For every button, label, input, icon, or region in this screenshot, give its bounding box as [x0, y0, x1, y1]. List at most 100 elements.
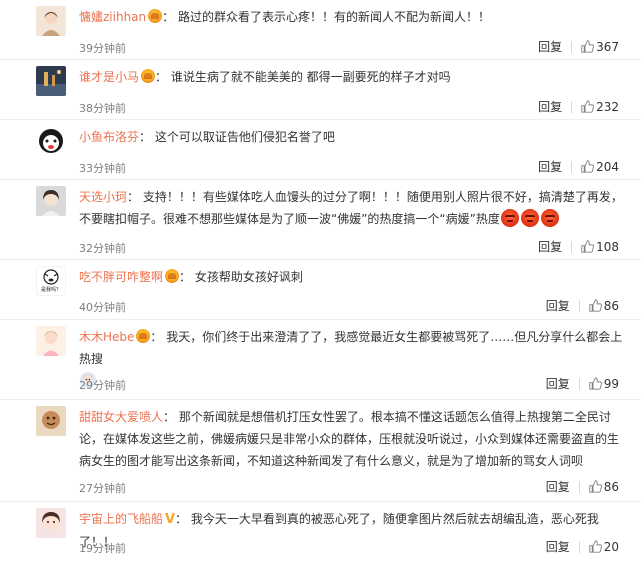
divider	[578, 480, 580, 493]
avatar-image	[36, 186, 66, 216]
avatar[interactable]	[36, 508, 66, 538]
comment-time: 27分钟前	[79, 482, 126, 495]
like-button[interactable]: 20	[589, 540, 619, 554]
divider	[571, 160, 573, 173]
like-count: 232	[596, 99, 619, 114]
avatar[interactable]: 是我吗？	[36, 266, 66, 296]
comment-body: 吃不胖可咋整啊 ： 女孩帮助女孩好讽刺	[79, 266, 625, 288]
like-button[interactable]: 108	[581, 240, 619, 254]
comment-item: 慵嫿ziihhan ： 路过的群众看了表示心疼！！有的新闻人不配为新闻人！！ 39…	[0, 0, 641, 60]
angry-emoji-icon	[520, 209, 539, 227]
comment-item: 甜甜女大爱喷人： 那个新闻就是想借机打压女性罢了。根本搞不懂这话题怎么值得上热搜…	[0, 400, 641, 502]
comment-item: 木木Hebe： 我天，你们终于出来澄清了了，我感觉最近女生都要被骂死了……但凡分…	[0, 320, 641, 400]
comment-body: 宇宙上的飞船船 V： 我今天一大早看到真的被恶心死了，随便拿图片然后就去胡编乱造，…	[79, 508, 625, 553]
like-count: 86	[603, 298, 619, 313]
username-link[interactable]: 宇宙上的飞船船	[79, 512, 163, 526]
comment-actions: 回复 204	[538, 158, 619, 175]
v-badge-icon: V	[165, 512, 176, 527]
username-link[interactable]: 甜甜女大爱喷人	[79, 410, 163, 424]
avatar[interactable]	[36, 186, 66, 216]
username-link[interactable]: 吃不胖可咋整啊	[79, 270, 163, 284]
heart-badge-icon	[141, 69, 156, 83]
comment-body: 慵嫿ziihhan ： 路过的群众看了表示心疼！！有的新闻人不配为新闻人！！	[79, 6, 625, 28]
comment-text-line: 甜甜女大爱喷人： 那个新闻就是想借机打压女性罢了。根本搞不懂这话题怎么值得上热搜…	[79, 406, 625, 472]
like-count: 204	[596, 159, 619, 174]
like-count: 108	[596, 239, 619, 254]
comment-text-line: 小鱼布洛芬： 这个可以取证告他们侵犯名誉了吧	[79, 126, 625, 148]
comment-text: ： 女孩帮助女孩好讽刺	[179, 270, 303, 284]
like-button[interactable]: 367	[581, 40, 619, 54]
comment-time: 19分钟前	[79, 542, 126, 555]
comment-body: 甜甜女大爱喷人： 那个新闻就是想借机打压女性罢了。根本搞不懂这话题怎么值得上热搜…	[79, 406, 625, 472]
username-link[interactable]: 木木Hebe	[79, 330, 134, 344]
avatar[interactable]	[36, 6, 66, 36]
heart-badge-icon	[136, 329, 151, 343]
comment-item: 是我吗？ 吃不胖可咋整啊 ： 女孩帮助女孩好讽刺 40分钟前 回复 86	[0, 260, 641, 320]
reply-button[interactable]: 回复	[546, 538, 570, 555]
divider	[571, 40, 573, 53]
like-count: 86	[603, 479, 619, 494]
reply-button[interactable]: 回复	[546, 297, 570, 314]
thumbs-up-icon	[589, 540, 602, 553]
thumbs-up-icon	[581, 240, 595, 253]
comment-actions: 回复 367	[538, 38, 619, 55]
comment-text: ： 路过的群众看了表示心疼！！有的新闻人不配为新闻人！！	[162, 10, 490, 24]
heart-badge-icon	[148, 9, 163, 23]
divider	[571, 240, 573, 253]
comment-item: 天选小珂： 支持！！！有些媒体吃人血馒头的过分了啊！！！随便用别人照片很不好，搞…	[0, 180, 641, 260]
comment-feed: 慵嫿ziihhan ： 路过的群众看了表示心疼！！有的新闻人不配为新闻人！！ 39…	[0, 0, 641, 562]
comment-text-line: 天选小珂： 支持！！！有些媒体吃人血馒头的过分了啊！！！随便用别人照片很不好，搞…	[79, 186, 625, 230]
username-link[interactable]: 天选小珂	[79, 190, 127, 204]
thumbs-up-icon	[589, 377, 602, 390]
avatar-image	[36, 66, 66, 96]
divider	[578, 299, 580, 312]
thumbs-up-icon	[581, 160, 595, 173]
divider	[571, 100, 573, 113]
comment-text: ： 这个可以取证告他们侵犯名誉了吧	[139, 130, 335, 144]
like-button[interactable]: 86	[589, 480, 619, 494]
like-button[interactable]: 86	[589, 299, 619, 313]
divider	[578, 377, 580, 390]
like-count: 99	[603, 376, 619, 391]
reply-button[interactable]: 回复	[546, 375, 570, 392]
comment-actions: 回复 20	[546, 538, 619, 555]
avatar-image	[36, 406, 66, 436]
reply-button[interactable]: 回复	[546, 478, 570, 495]
comment-actions: 回复 99	[546, 375, 619, 392]
reply-button[interactable]: 回复	[538, 238, 562, 255]
username-link[interactable]: 慵嫿ziihhan	[79, 10, 146, 24]
username-link[interactable]: 小鱼布洛芬	[79, 130, 139, 144]
thumbs-up-icon	[581, 100, 595, 113]
comment-text-line: 吃不胖可咋整啊 ： 女孩帮助女孩好讽刺	[79, 266, 625, 288]
avatar-image	[36, 126, 66, 156]
thumbs-up-icon	[589, 480, 602, 493]
username-link[interactable]: 谁才是小马	[79, 70, 139, 84]
comment-item: 小鱼布洛芬： 这个可以取证告他们侵犯名誉了吧 33分钟前 回复 204	[0, 120, 641, 180]
avatar[interactable]	[36, 126, 66, 156]
comment-text: ： 谁说生病了就不能美美的 都得一副要死的样子才对吗	[155, 70, 451, 84]
reply-button[interactable]: 回复	[538, 158, 562, 175]
heart-badge-icon	[165, 269, 180, 283]
comment-time: 29分钟前	[79, 379, 126, 392]
comment-text-line: 谁才是小马 ： 谁说生病了就不能美美的 都得一副要死的样子才对吗	[79, 66, 625, 88]
comment-actions: 回复 86	[546, 478, 619, 495]
comment-actions: 回复 108	[538, 238, 619, 255]
avatar[interactable]	[36, 406, 66, 436]
comment-item: 谁才是小马 ： 谁说生病了就不能美美的 都得一副要死的样子才对吗 38分钟前 回复…	[0, 60, 641, 120]
like-button[interactable]: 99	[589, 377, 619, 391]
comment-text-line: 木木Hebe： 我天，你们终于出来澄清了了，我感觉最近女生都要被骂死了……但凡分…	[79, 326, 625, 370]
avatar-image	[36, 326, 66, 356]
avatar[interactable]	[36, 66, 66, 96]
thumbs-up-icon	[581, 40, 595, 53]
reply-button[interactable]: 回复	[538, 38, 562, 55]
reply-button[interactable]: 回复	[538, 98, 562, 115]
comment-item: 宇宙上的飞船船 V： 我今天一大早看到真的被恶心死了，随便拿图片然后就去胡编乱造，…	[0, 502, 641, 562]
comment-time: 40分钟前	[79, 301, 126, 314]
comment-body: 小鱼布洛芬： 这个可以取证告他们侵犯名誉了吧	[79, 126, 625, 148]
comment-text-line: 宇宙上的飞船船 V： 我今天一大早看到真的被恶心死了，随便拿图片然后就去胡编乱造，…	[79, 508, 625, 553]
avatar[interactable]	[36, 326, 66, 356]
comment-text: ： 我天，你们终于出来澄清了了，我感觉最近女生都要被骂死了……但凡分享什么都会上…	[79, 330, 623, 366]
like-button[interactable]: 204	[581, 160, 619, 174]
divider	[578, 540, 580, 553]
like-button[interactable]: 232	[581, 100, 619, 114]
